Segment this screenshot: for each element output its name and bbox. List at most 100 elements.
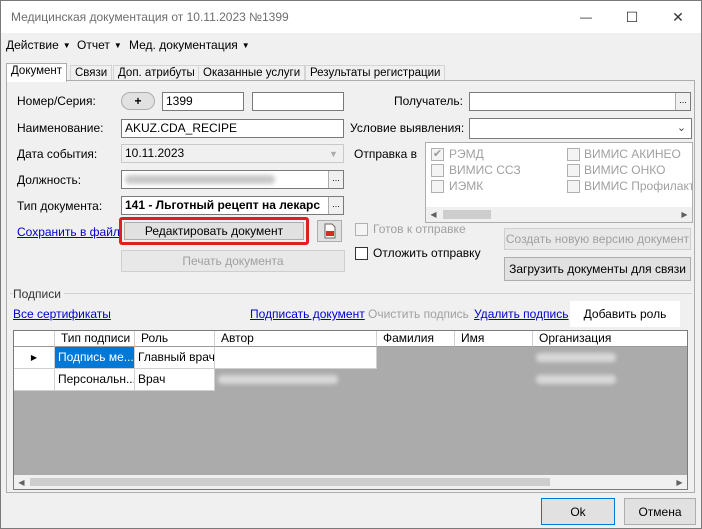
cancel-button[interactable]: Отмена (624, 498, 696, 525)
sign-document-link[interactable]: Подписать документ (250, 307, 365, 321)
column-header-signature-type[interactable]: Тип подписи (55, 331, 135, 347)
recipient-browse-button[interactable]: ... (675, 93, 690, 110)
document-panel: Номер/Серия: + 1399 Получатель: ... Наим… (6, 80, 695, 493)
event-date-value: 10.11.2023 (125, 146, 185, 160)
doc-type-input[interactable]: 141 - Льготный рецепт на лекарс ... (121, 196, 344, 215)
send-target-onko-checkbox[interactable] (567, 164, 580, 177)
edit-document-button[interactable]: Редактировать документ (124, 222, 304, 240)
add-number-button[interactable]: + (121, 92, 155, 110)
send-target-prophylaxis-label: ВИМИС Профилактик (584, 179, 692, 193)
position-label: Должность: (17, 173, 82, 187)
window-title: Медицинская документация от 10.11.2023 №… (11, 10, 289, 24)
send-targets-scrollbar[interactable]: ◀ ▶ (426, 207, 692, 222)
cell-author[interactable] (215, 369, 377, 391)
cell-organization[interactable] (533, 347, 687, 369)
maximize-icon: ☐ (625, 8, 639, 25)
column-header-surname[interactable]: Фамилия (377, 331, 455, 347)
cell-surname[interactable] (377, 369, 455, 391)
add-role-button[interactable]: Добавить роль (570, 301, 680, 327)
scroll-left-icon[interactable]: ◀ (14, 475, 29, 489)
menu-report[interactable]: Отчет ▼ (77, 38, 122, 52)
position-browse-button[interactable]: ... (328, 171, 343, 188)
ok-button[interactable]: Ok (541, 498, 615, 525)
delete-signature-link[interactable]: Удалить подпись (474, 307, 569, 321)
menu-action-label: Действие (6, 38, 59, 52)
organization-redacted (536, 375, 616, 385)
print-document-button[interactable]: Печать документа (121, 250, 345, 272)
recipient-input[interactable]: ... (469, 92, 691, 111)
table-scroll-thumb[interactable] (30, 478, 550, 486)
send-target-prophylaxis-checkbox[interactable] (567, 180, 580, 193)
name-input[interactable]: AKUZ.CDA_RECIPE (121, 119, 344, 138)
doc-type-browse-button[interactable]: ... (328, 197, 343, 214)
cell-role[interactable]: Главный врач (135, 347, 215, 369)
pdf-export-button[interactable] (317, 220, 342, 242)
scroll-right-icon[interactable]: ▶ (677, 207, 692, 222)
send-target-remd-label: РЭМД (449, 147, 484, 161)
column-header-name[interactable]: Имя (455, 331, 533, 347)
event-date-picker[interactable]: 10.11.2023 ▼ (121, 144, 344, 163)
pdf-icon (324, 223, 335, 239)
doc-type-value: 141 - Льготный рецепт на лекарс (125, 198, 321, 212)
send-target-ssz-checkbox[interactable] (431, 164, 444, 177)
position-input[interactable]: ... (121, 170, 344, 189)
menu-action[interactable]: Действие ▼ (6, 38, 71, 52)
close-icon: ✕ (672, 8, 684, 25)
minimize-icon: — (580, 10, 592, 24)
signatures-table: Тип подписи Роль Автор Фамилия Имя Орган… (13, 330, 688, 490)
cell-name[interactable] (455, 347, 533, 369)
series-input[interactable] (252, 92, 344, 111)
event-date-label: Дата события: (17, 147, 98, 161)
signatures-group-border (10, 293, 692, 294)
column-header-role[interactable]: Роль (135, 331, 215, 347)
send-target-akineo-label: ВИМИС АКИНЕО (584, 147, 681, 161)
position-value-redacted (125, 175, 275, 185)
postpone-send-label: Отложить отправку (373, 246, 481, 260)
organization-redacted (536, 353, 616, 363)
caret-down-icon: ▼ (113, 41, 122, 50)
number-input[interactable]: 1399 (162, 92, 244, 111)
all-certificates-link[interactable]: Все сертификаты (13, 307, 111, 321)
send-target-ssz-label: ВИМИС ССЗ (449, 163, 521, 177)
postpone-send-checkbox[interactable] (355, 247, 368, 260)
cell-role[interactable]: Врач (135, 369, 215, 391)
table-scrollbar[interactable]: ◀ ▶ (14, 475, 687, 489)
close-button[interactable]: ✕ (655, 1, 701, 33)
save-to-file-link[interactable]: Сохранить в файл (17, 225, 120, 239)
cell-signature-type[interactable]: Персональн... (55, 369, 135, 391)
ready-to-send-checkbox[interactable] (355, 223, 368, 236)
signatures-group-label: Подписи (13, 287, 64, 301)
send-target-remd-checkbox[interactable]: ✔ (431, 148, 444, 161)
column-header-author[interactable]: Автор (215, 331, 377, 347)
recipient-label: Получатель: (394, 94, 463, 108)
cell-surname[interactable] (377, 347, 455, 369)
clear-signature-label[interactable]: Очистить подпись (368, 307, 469, 321)
condition-select[interactable]: ⌄ (469, 118, 692, 139)
author-redacted (218, 375, 338, 385)
minimize-button[interactable]: — (563, 1, 609, 33)
maximize-button[interactable]: ☐ (609, 1, 655, 33)
cell-organization[interactable] (533, 369, 687, 391)
scroll-right-icon[interactable]: ▶ (672, 475, 687, 489)
condition-label: Условие выявления: (350, 121, 465, 135)
current-row-arrow-icon: ▶ (14, 347, 55, 369)
menu-bar: Действие ▼ Отчет ▼ Мед. документация ▼ (1, 35, 701, 55)
row-header (14, 369, 55, 391)
doc-type-label: Тип документа: (17, 199, 103, 213)
load-documents-button[interactable]: Загрузить документы для связи (504, 257, 691, 281)
scroll-left-icon[interactable]: ◀ (426, 207, 441, 222)
document-window: Медицинская документация от 10.11.2023 №… (0, 0, 702, 529)
column-header-organization[interactable]: Организация (533, 331, 687, 347)
create-new-version-button[interactable]: Создать новую версию документ (504, 228, 691, 250)
cell-author[interactable] (215, 347, 377, 369)
tab-document[interactable]: Документ (6, 63, 68, 82)
dropdown-arrow-icon: ▼ (329, 148, 338, 159)
send-target-akineo-checkbox[interactable] (567, 148, 580, 161)
send-targets-list: ✔ РЭМД ВИМИС АКИНЕО ВИМИС ССЗ ВИМИС ОНКО… (425, 142, 693, 223)
scroll-thumb[interactable] (443, 210, 491, 219)
send-target-iemk-checkbox[interactable] (431, 180, 444, 193)
cell-signature-type[interactable]: Подпись ме... (55, 347, 135, 369)
send-target-iemk-label: ИЭМК (449, 179, 484, 193)
menu-med-docs[interactable]: Мед. документация ▼ (129, 38, 250, 52)
cell-name[interactable] (455, 369, 533, 391)
